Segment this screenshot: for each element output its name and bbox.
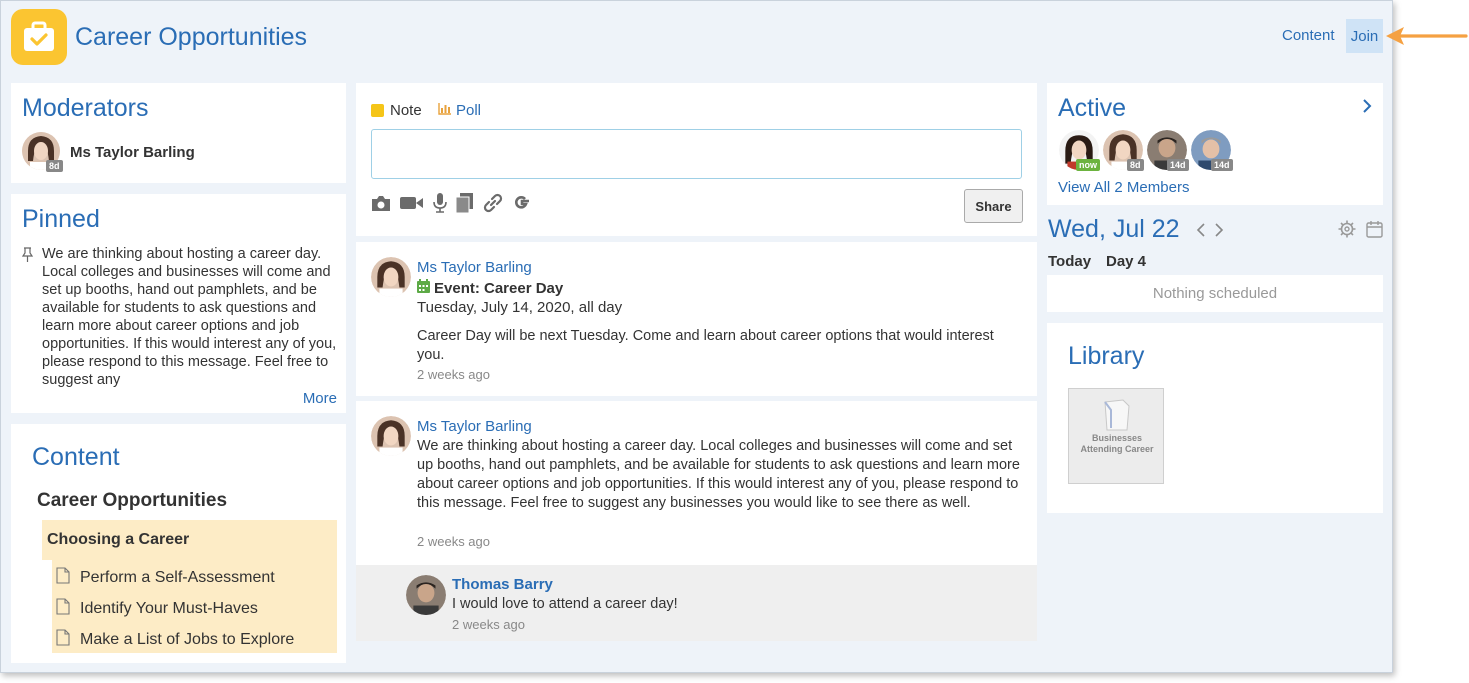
reply-body: I would love to attend a career day!: [452, 596, 678, 612]
tree-page-item[interactable]: Perform a Self-Assessment: [56, 567, 275, 589]
avatar[interactable]: 8d: [22, 132, 63, 172]
calendar-date: Wed, Jul 22: [1048, 215, 1180, 243]
moderators-panel: Moderators 8d Ms Taylor Barling: [11, 83, 346, 183]
avatar[interactable]: 14d: [1191, 130, 1233, 171]
document-icon: [56, 567, 70, 589]
chevron-right-icon[interactable]: [1362, 98, 1372, 119]
active-panel: Active now 8d 14d 14d View All 2 Members: [1047, 83, 1383, 205]
calendar-icon: [417, 279, 430, 297]
google-icon[interactable]: [512, 193, 532, 218]
link-icon[interactable]: [483, 193, 503, 218]
schedule-empty: Nothing scheduled: [1047, 275, 1383, 312]
event-title[interactable]: Event: Career Day: [417, 279, 563, 297]
library-panel: Library Businesses Attending Career: [1047, 323, 1383, 513]
content-title: Content: [32, 443, 120, 471]
header: Career Opportunities Content Join: [11, 9, 1383, 65]
tree-page-item[interactable]: Make a List of Jobs to Explore: [56, 629, 294, 651]
avatar[interactable]: [371, 416, 411, 456]
video-icon[interactable]: [400, 195, 424, 216]
pinned-text: We are thinking about hosting a career d…: [42, 246, 337, 388]
reply-time: 2 weeks ago: [452, 617, 525, 632]
moderators-title: Moderators: [22, 94, 149, 122]
pinned-title: Pinned: [22, 205, 100, 233]
active-title: Active: [1058, 94, 1127, 122]
calendar-icon[interactable]: [1366, 220, 1383, 243]
chevron-right-icon[interactable]: [1214, 222, 1224, 243]
content-link[interactable]: Content: [1282, 27, 1335, 44]
arrow-annotation-icon: [1386, 27, 1468, 45]
chevron-left-icon[interactable]: [1196, 222, 1206, 243]
poll-label: Poll: [456, 102, 482, 119]
tab-poll[interactable]: Poll: [438, 102, 481, 119]
post-time: 2 weeks ago: [417, 367, 490, 382]
app-window: Career Opportunities Content Join Modera…: [0, 0, 1393, 673]
briefcase-icon: [11, 9, 67, 65]
post-body: We are thinking about hosting a career d…: [417, 438, 1020, 511]
gear-icon[interactable]: [1338, 220, 1356, 243]
event-date: Tuesday, July 14, 2020, all day: [417, 299, 623, 316]
attachment-toolbar: [371, 193, 532, 218]
avatar[interactable]: 14d: [1147, 130, 1189, 171]
page-label: Identify Your Must-Haves: [80, 600, 258, 618]
status-badge: 14d: [1211, 159, 1233, 171]
document-icon: [56, 629, 70, 651]
note-label: Note: [390, 102, 422, 119]
page-label: Perform a Self-Assessment: [80, 569, 275, 587]
day-label: Day 4: [1106, 253, 1147, 270]
feed-post: Ms Taylor Barling Event: Career Day Tues…: [356, 242, 1037, 396]
composer-panel: Note Poll Share: [356, 83, 1037, 236]
join-button[interactable]: Join: [1346, 19, 1383, 53]
more-link[interactable]: More: [303, 390, 337, 407]
course-title[interactable]: Career Opportunities: [37, 490, 227, 512]
content-panel: Content Career Opportunities Choosing a …: [11, 424, 346, 663]
documents-icon[interactable]: [455, 193, 474, 218]
status-badge: 14d: [1167, 159, 1189, 171]
document-icon: [56, 598, 70, 620]
pin-icon: [21, 247, 34, 267]
page-label: Make a List of Jobs to Explore: [80, 631, 295, 649]
post-body: Career Day will be next Tuesday. Come an…: [417, 328, 994, 363]
microphone-icon[interactable]: [433, 193, 447, 218]
avatar[interactable]: [406, 575, 446, 615]
tree-page-item[interactable]: Identify Your Must-Haves: [56, 598, 258, 620]
camera-icon[interactable]: [371, 195, 391, 217]
moderator-name[interactable]: Ms Taylor Barling: [70, 144, 195, 161]
avatar[interactable]: 8d: [1103, 130, 1144, 171]
today-label: Today: [1048, 253, 1092, 270]
page-title: Career Opportunities: [75, 23, 308, 51]
post-input[interactable]: [371, 129, 1022, 179]
post-time: 2 weeks ago: [417, 534, 490, 549]
reply: Thomas Barry I would love to attend a ca…: [356, 565, 1037, 641]
post-author[interactable]: Ms Taylor Barling: [417, 259, 532, 276]
reply-author[interactable]: Thomas Barry: [452, 576, 553, 593]
share-button[interactable]: Share: [964, 189, 1023, 223]
status-badge: 8d: [1127, 159, 1144, 171]
bar-chart-icon: [438, 102, 451, 119]
status-badge: now: [1076, 159, 1100, 171]
avatar[interactable]: [371, 257, 411, 297]
status-badge: 8d: [46, 160, 63, 172]
library-file[interactable]: Businesses Attending Career: [1068, 388, 1164, 484]
event-label: Event: Career Day: [434, 279, 564, 297]
avatar[interactable]: now: [1059, 130, 1100, 171]
calendar-section: Wed, Jul 22 Today Day 4 Nothing schedule…: [1047, 206, 1383, 312]
view-all-members-link[interactable]: View All 2 Members: [1058, 179, 1189, 196]
post-author[interactable]: Ms Taylor Barling: [417, 418, 532, 435]
tab-note[interactable]: Note: [371, 102, 422, 119]
tree-section[interactable]: Choosing a Career: [42, 520, 337, 560]
nothing-scheduled-text: Nothing scheduled: [1152, 285, 1278, 302]
feed-post: Ms Taylor Barling We are thinking about …: [356, 401, 1037, 641]
document-icon: [1101, 398, 1131, 437]
library-title: Library: [1068, 342, 1145, 370]
note-icon: [371, 104, 384, 117]
section-label: Choosing a Career: [47, 531, 190, 548]
pinned-panel: Pinned We are thinking about hosting a c…: [11, 194, 346, 413]
file-name: Businesses Attending Career: [1080, 433, 1154, 454]
